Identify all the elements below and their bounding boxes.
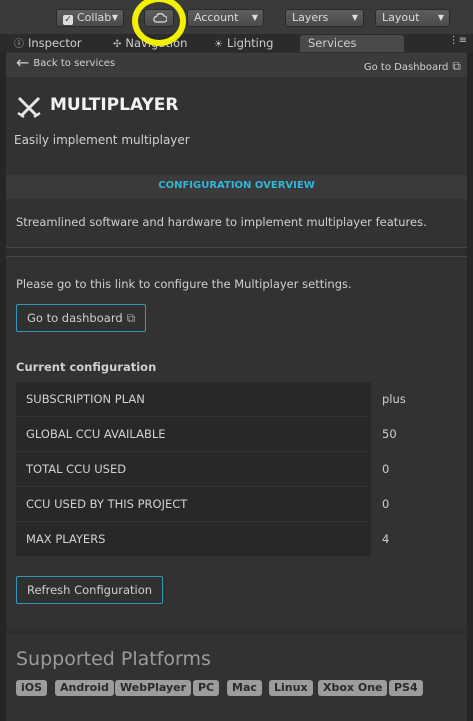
layers-dropdown[interactable]: Layers ▼ (285, 9, 364, 27)
config-value: plus (382, 392, 406, 406)
service-description: Streamlined software and hardware to imp… (6, 199, 467, 248)
service-header-bar: ← Back to services Go to Dashboard ⧉ (6, 53, 467, 77)
right-border (467, 52, 473, 721)
table-row: SUBSCRIPTION PLAN plus (16, 382, 460, 417)
lighting-icon: ☀ (214, 39, 223, 50)
config-value: 0 (382, 497, 390, 511)
config-value: 4 (382, 532, 390, 546)
settings-section: Please go to this link to configure the … (6, 256, 467, 627)
config-key: CCU USED BY THIS PROJECT (26, 497, 188, 511)
platform-badge-ios: iOS (16, 680, 48, 696)
configure-info-text: Please go to this link to configure the … (16, 277, 352, 291)
service-subtitle: Easily implement multiplayer (14, 133, 190, 147)
dropdown-arrow-icon: ▼ (351, 13, 358, 22)
external-link-icon: ⧉ (126, 311, 136, 325)
info-icon: ⓘ (14, 39, 24, 50)
platform-badge-ps4: PS4 (389, 680, 423, 696)
go-to-dashboard-button[interactable]: Go to dashboard ⧉ (16, 304, 147, 332)
tab-lighting[interactable]: ☀ Lighting (214, 35, 273, 52)
table-row: MAX PLAYERS 4 (16, 522, 460, 557)
service-title: MULTIPLAYER (50, 95, 179, 115)
service-title-area: MULTIPLAYER Easily implement multiplayer (6, 77, 467, 175)
platform-badge-webplayer: WebPlayer (115, 680, 192, 696)
config-key: MAX PLAYERS (26, 532, 106, 546)
external-link-icon: ⧉ (452, 59, 461, 73)
collab-button[interactable]: ✓ Collab ▼ (56, 9, 124, 27)
back-arrow-icon: ← (16, 53, 30, 72)
supported-platforms-title: Supported Platforms (16, 648, 211, 670)
config-value: 50 (382, 427, 397, 441)
supported-platforms-section: Supported Platforms iOS Android WebPlaye… (6, 634, 467, 721)
back-to-services-link[interactable]: ← Back to services (16, 55, 115, 71)
config-value: 0 (382, 462, 390, 476)
tab-inspector[interactable]: ⓘ Inspector (14, 35, 82, 52)
platform-badge-mac: Mac (227, 680, 262, 696)
platform-badge-xbox-one: Xbox One (318, 680, 388, 696)
layout-dropdown[interactable]: Layout ▼ (375, 9, 450, 27)
dropdown-arrow-icon: ▼ (251, 13, 258, 22)
check-icon: ✓ (63, 15, 73, 25)
config-key: SUBSCRIPTION PLAN (26, 392, 145, 406)
crossed-swords-icon (17, 96, 41, 119)
config-key: TOTAL CCU USED (26, 462, 127, 476)
tab-strip: ⓘ Inspector ✣ Navigation ☀ Lighting Service… (0, 34, 473, 52)
current-configuration-label: Current configuration (16, 360, 157, 374)
dropdown-arrow-icon: ▼ (111, 13, 118, 22)
tab-menu-icon[interactable]: ⋮≡ (449, 35, 467, 46)
config-key: GLOBAL CCU AVAILABLE (26, 427, 166, 441)
tab-services[interactable]: Services (300, 35, 404, 52)
navigation-icon: ✣ (113, 39, 122, 50)
table-row: GLOBAL CCU AVAILABLE 50 (16, 417, 460, 452)
refresh-configuration-button[interactable]: Refresh Configuration (16, 576, 164, 604)
top-toolbar: ✓ Collab ▼ Account ▼ Layers ▼ Layout ▼ (0, 0, 473, 34)
configuration-overview-header: CONFIGURATION OVERVIEW (6, 175, 467, 199)
dropdown-arrow-icon: ▼ (437, 13, 444, 22)
go-to-dashboard-link[interactable]: Go to Dashboard ⧉ (364, 59, 461, 74)
platform-badge-pc: PC (193, 680, 220, 696)
platform-badge-linux: Linux (269, 680, 313, 696)
table-row: CCU USED BY THIS PROJECT 0 (16, 487, 460, 522)
account-dropdown[interactable]: Account ▼ (187, 9, 264, 27)
table-row: TOTAL CCU USED 0 (16, 452, 460, 487)
platform-badge-android: Android (55, 680, 114, 696)
